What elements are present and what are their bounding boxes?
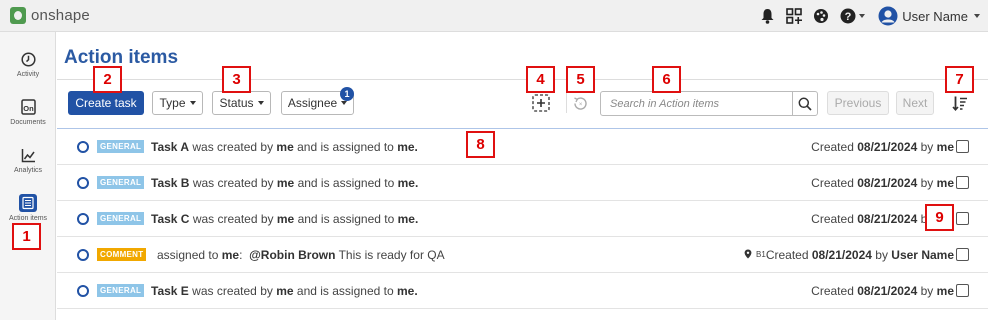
sidebar-item-label: Action items xyxy=(8,215,48,222)
divider xyxy=(57,79,988,80)
palette-icon[interactable] xyxy=(812,7,830,25)
row-checkbox[interactable] xyxy=(956,212,969,225)
row-checkbox[interactable] xyxy=(956,284,969,297)
item-description: assigned to me: @Robin Brown This is rea… xyxy=(157,248,445,262)
user-name: User Name xyxy=(902,8,968,24)
annotation-marker-7: 7 xyxy=(945,66,974,93)
top-bar: onshape ? User Name xyxy=(0,0,988,32)
mention: @Robin Brown xyxy=(249,248,336,262)
sidebar-item-label: Activity xyxy=(16,71,40,78)
list-item[interactable]: GENERAL Task B was created by me and is … xyxy=(57,165,988,201)
status-circle-icon[interactable] xyxy=(77,177,89,189)
svg-text:×: × xyxy=(579,102,583,108)
item-description: Task C was created by me and is assigned… xyxy=(151,212,419,226)
chevron-down-icon xyxy=(257,101,264,105)
list-item[interactable]: GENERAL Task A was created by me and is … xyxy=(57,129,988,165)
annotation-marker-6: 6 xyxy=(652,66,681,93)
avatar xyxy=(878,6,898,26)
comment-location[interactable]: B1 xyxy=(744,249,766,259)
assignee-filter-count-badge: 1 xyxy=(340,87,354,101)
annotation-marker-1: 1 xyxy=(12,223,41,250)
type-tag: GENERAL xyxy=(97,212,145,225)
type-tag: GENERAL xyxy=(97,284,145,297)
row-checkbox[interactable] xyxy=(956,140,969,153)
svg-text:On: On xyxy=(23,104,34,113)
create-task-button[interactable]: Create task xyxy=(68,91,144,115)
type-filter-dropdown[interactable]: Type xyxy=(152,91,203,115)
logo-text: onshape xyxy=(31,7,90,24)
help-menu[interactable]: ? xyxy=(839,7,865,25)
status-filter-label: Status xyxy=(219,96,254,110)
search-button[interactable] xyxy=(792,92,817,115)
status-circle-icon[interactable] xyxy=(77,141,89,153)
add-action-item-button[interactable] xyxy=(531,93,551,113)
onshape-logo[interactable]: onshape xyxy=(10,7,90,24)
chevron-down-icon xyxy=(974,14,980,18)
status-circle-icon[interactable] xyxy=(77,213,89,225)
list-item[interactable]: GENERAL Task C was created by me and is … xyxy=(57,201,988,237)
task-name: Task E xyxy=(151,284,189,298)
next-page-button[interactable]: Next xyxy=(896,91,934,115)
sidebar-item-label: Documents xyxy=(10,119,46,126)
status-circle-icon[interactable] xyxy=(77,249,89,261)
assignee-filter-label: Assignee xyxy=(287,96,338,110)
status-circle-icon[interactable] xyxy=(77,285,89,297)
list-item[interactable]: COMMENT assigned to me: @Robin Brown Thi… xyxy=(57,237,988,273)
sidebar-item-activity[interactable]: Activity xyxy=(0,46,56,90)
task-name: Task A xyxy=(151,140,190,154)
task-name: Task B xyxy=(151,176,190,190)
left-sidebar: Activity On Documents Analytics Action i… xyxy=(0,32,56,320)
annotation-marker-5: 5 xyxy=(566,66,595,93)
action-items-icon xyxy=(19,194,37,212)
onshape-doc-icon: On xyxy=(19,98,37,116)
created-info: Created 08/21/2024 by me xyxy=(811,140,954,154)
annotation-marker-4: 4 xyxy=(526,66,555,93)
location-label: B1 xyxy=(756,249,766,259)
annotation-marker-3: 3 xyxy=(222,66,251,93)
user-menu[interactable]: User Name xyxy=(878,6,980,26)
toolbar-divider xyxy=(566,93,567,113)
type-tag: GENERAL xyxy=(97,176,145,189)
row-checkbox[interactable] xyxy=(956,248,969,261)
search-box xyxy=(600,91,818,116)
chevron-down-icon xyxy=(189,101,196,105)
item-description: Task E was created by me and is assigned… xyxy=(151,284,418,298)
type-tag: GENERAL xyxy=(97,140,145,153)
created-info: Created 08/21/2024 by me xyxy=(811,176,954,190)
reset-history-icon: × xyxy=(574,97,587,110)
chevron-down-icon xyxy=(858,14,865,18)
annotation-marker-2: 2 xyxy=(93,66,122,93)
row-checkbox[interactable] xyxy=(956,176,969,189)
bell-icon[interactable] xyxy=(758,7,776,25)
created-info: Created 08/21/2024 by User Name xyxy=(765,248,954,262)
reset-filters-button[interactable]: × xyxy=(572,95,589,112)
apps-grid-icon[interactable] xyxy=(785,7,803,25)
status-filter-dropdown[interactable]: Status xyxy=(212,91,271,115)
list-item[interactable]: GENERAL Task E was created by me and is … xyxy=(57,273,988,309)
svg-text:?: ? xyxy=(844,11,851,23)
sort-button[interactable] xyxy=(952,95,968,112)
task-name: Task C xyxy=(151,212,190,226)
annotation-marker-9: 9 xyxy=(925,204,954,231)
add-dashed-icon xyxy=(532,94,550,112)
annotation-marker-8: 8 xyxy=(466,131,495,158)
search-icon xyxy=(798,97,812,111)
created-info: Created 08/21/2024 by me xyxy=(811,284,954,298)
sidebar-item-label: Analytics xyxy=(13,167,42,174)
sort-icon xyxy=(952,96,967,112)
chevron-down-icon xyxy=(341,101,348,105)
search-input[interactable] xyxy=(601,92,793,115)
item-description: Task A was created by me and is assigned… xyxy=(151,140,418,154)
clock-icon xyxy=(19,50,37,68)
previous-page-button[interactable]: Previous xyxy=(827,91,889,115)
help-icon: ? xyxy=(840,8,856,24)
type-tag: COMMENT xyxy=(97,248,147,261)
sidebar-item-analytics[interactable]: Analytics xyxy=(0,142,56,186)
item-description: Task B was created by me and is assigned… xyxy=(151,176,419,190)
location-pin-icon xyxy=(744,249,752,259)
sidebar-item-documents[interactable]: On Documents xyxy=(0,94,56,138)
type-filter-label: Type xyxy=(159,96,186,110)
onshape-logo-icon xyxy=(10,7,26,24)
chart-icon xyxy=(19,146,37,164)
